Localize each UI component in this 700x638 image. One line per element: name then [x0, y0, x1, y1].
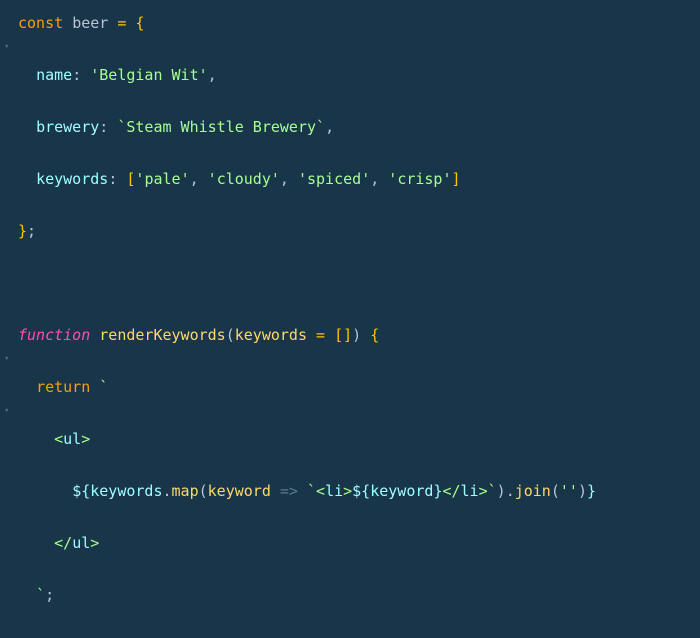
token-string: '	[90, 66, 99, 84]
token-string: '	[442, 170, 451, 188]
token-keyword: return	[36, 378, 90, 396]
code-line[interactable]	[0, 270, 700, 296]
token-string: cloudy	[217, 170, 271, 188]
token-punc: ;	[45, 586, 54, 604]
token-operator: =	[117, 14, 126, 32]
token-tag-bracket: >	[479, 482, 488, 500]
token-keyword: const	[18, 14, 63, 32]
token-brace: {	[370, 326, 379, 344]
token-punc: ,	[208, 66, 217, 84]
fold-icon[interactable]: ▾	[4, 346, 9, 372]
code-line[interactable]: `;	[0, 582, 700, 608]
code-line[interactable]: }	[0, 634, 700, 638]
token-string: crisp	[397, 170, 442, 188]
token-identifier: keyword	[370, 482, 433, 500]
token-tag-bracket: >	[343, 482, 352, 500]
token-tag: li	[325, 482, 343, 500]
token-param: keywords	[235, 326, 307, 344]
token-punc: :	[108, 170, 117, 188]
token-tag: li	[461, 482, 479, 500]
token-punc: ,	[280, 170, 289, 188]
token-brace: }	[18, 222, 27, 240]
token-punc: ,	[325, 118, 334, 136]
code-line[interactable]: ▾ return `	[0, 374, 700, 400]
token-punc: ,	[190, 170, 199, 188]
token-punc: .	[506, 482, 515, 500]
code-line[interactable]: ▾const beer = {	[0, 10, 700, 36]
token-method: map	[172, 482, 199, 500]
token-string: Steam Whistle Brewery	[126, 118, 316, 136]
token-punc: ;	[27, 222, 36, 240]
token-param: keyword	[208, 482, 271, 500]
token-arrow: =>	[280, 482, 298, 500]
token-property: name	[36, 66, 72, 84]
token-operator: =	[316, 326, 325, 344]
token-tag-bracket: >	[81, 430, 90, 448]
token-function-name: renderKeywords	[99, 326, 225, 344]
token-string: '	[569, 482, 578, 500]
token-string: `	[36, 586, 45, 604]
token-string: '	[208, 170, 217, 188]
token-string: '	[388, 170, 397, 188]
token-punc: )	[497, 482, 506, 500]
token-punc: :	[99, 118, 108, 136]
token-string: '	[181, 170, 190, 188]
token-punc: (	[226, 326, 235, 344]
token-interp: ${	[72, 482, 90, 500]
token-punc: :	[72, 66, 81, 84]
token-string: `	[488, 482, 497, 500]
token-string: '	[298, 170, 307, 188]
token-tag: ul	[63, 430, 81, 448]
code-line[interactable]: };	[0, 218, 700, 244]
token-punc: (	[199, 482, 208, 500]
fold-icon[interactable]: ▾	[4, 34, 9, 60]
token-keyword: function	[18, 326, 90, 344]
code-line[interactable]: brewery: `Steam Whistle Brewery`,	[0, 114, 700, 140]
token-method: join	[515, 482, 551, 500]
code-line[interactable]: ${keywords.map(keyword => `<li>${keyword…	[0, 478, 700, 504]
fold-icon[interactable]: ▾	[4, 398, 9, 424]
token-string: '	[271, 170, 280, 188]
token-punc: (	[551, 482, 560, 500]
token-tag-bracket: >	[90, 534, 99, 552]
token-identifier: keywords	[90, 482, 162, 500]
token-string: pale	[144, 170, 180, 188]
code-line[interactable]: <ul>	[0, 426, 700, 452]
token-tag-bracket: <	[316, 482, 325, 500]
token-string: Belgian Wit	[99, 66, 198, 84]
code-editor[interactable]: ▾const beer = { name: 'Belgian Wit', bre…	[0, 0, 700, 638]
token-property: keywords	[36, 170, 108, 188]
token-tag-bracket: </	[442, 482, 460, 500]
token-identifier: beer	[72, 14, 108, 32]
token-string: `	[307, 482, 316, 500]
code-line[interactable]: ▾function renderKeywords(keywords = []) …	[0, 322, 700, 348]
token-brace: {	[135, 14, 144, 32]
token-punc: .	[163, 482, 172, 500]
token-interp: ${	[352, 482, 370, 500]
token-bracket: ]	[452, 170, 461, 188]
token-string: '	[199, 66, 208, 84]
token-string: '	[361, 170, 370, 188]
code-line[interactable]: keywords: ['pale', 'cloudy', 'spiced', '…	[0, 166, 700, 192]
token-string: spiced	[307, 170, 361, 188]
token-punc: )	[578, 482, 587, 500]
code-line[interactable]: </ul>	[0, 530, 700, 556]
token-tag: ul	[72, 534, 90, 552]
token-interp: }	[587, 482, 596, 500]
token-bracket: []	[334, 326, 352, 344]
token-tag-bracket: </	[54, 534, 72, 552]
token-string: '	[560, 482, 569, 500]
token-property: brewery	[36, 118, 99, 136]
token-string: `	[99, 378, 108, 396]
code-line[interactable]: name: 'Belgian Wit',	[0, 62, 700, 88]
token-punc: ,	[370, 170, 379, 188]
token-string: `	[316, 118, 325, 136]
token-punc: )	[352, 326, 361, 344]
token-tag-bracket: <	[54, 430, 63, 448]
